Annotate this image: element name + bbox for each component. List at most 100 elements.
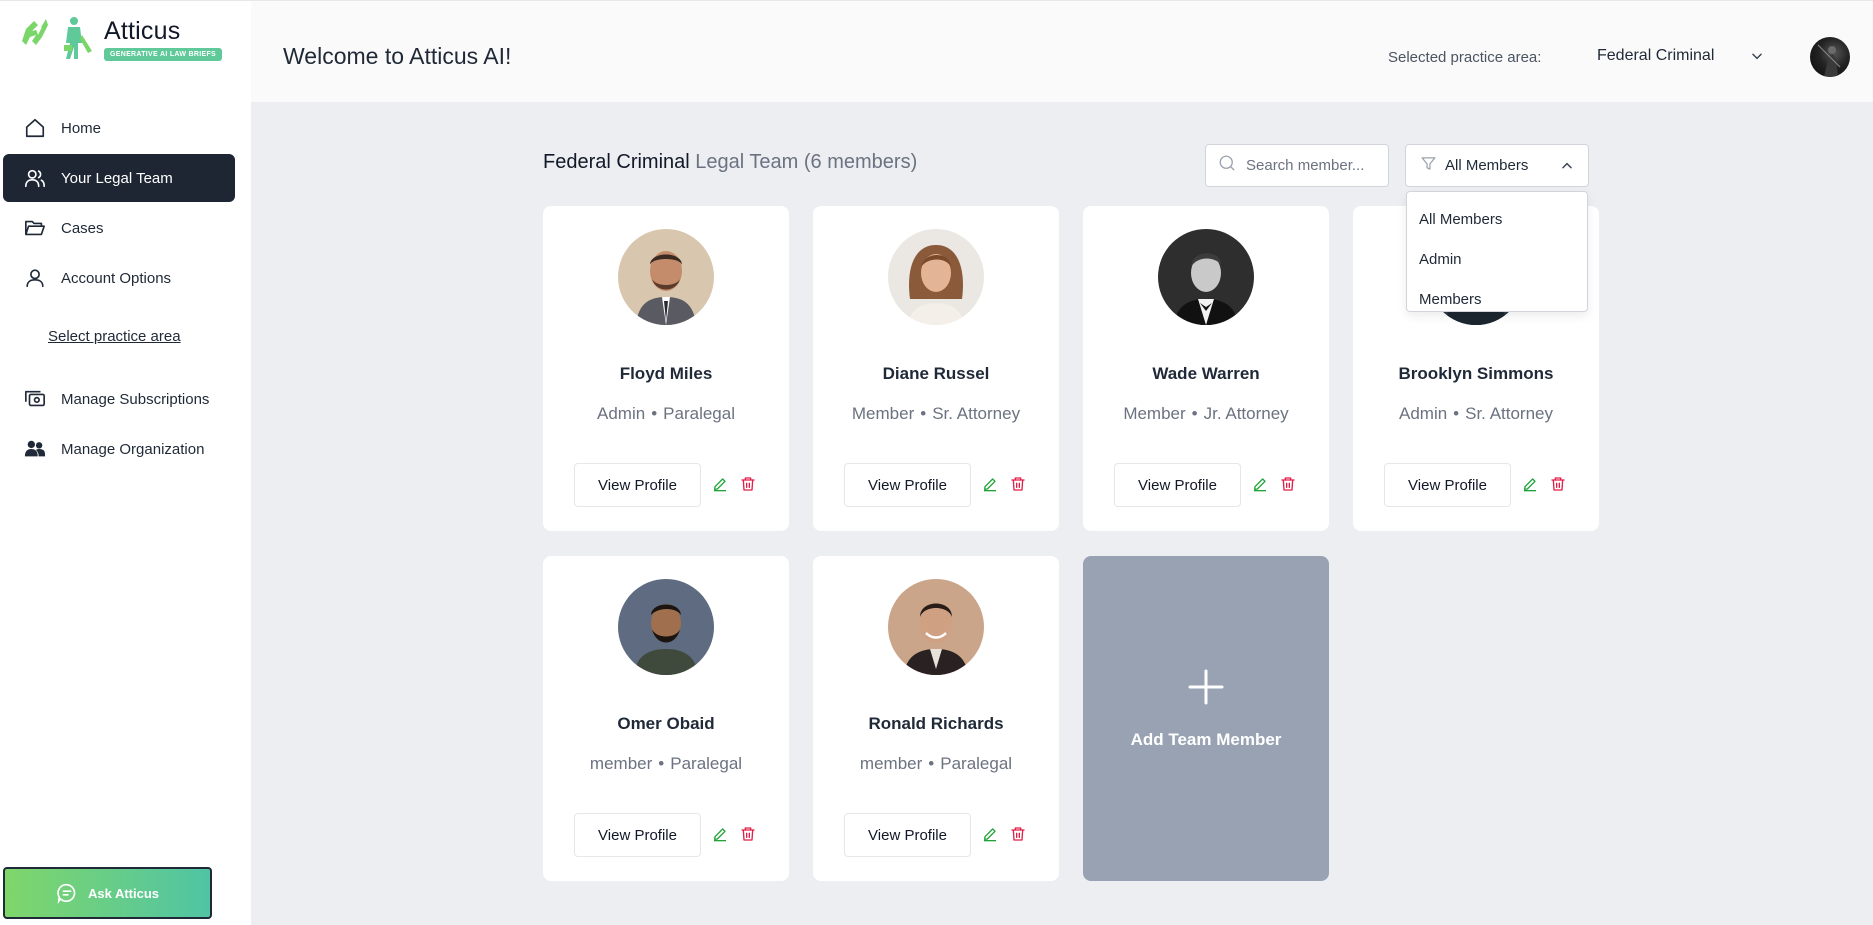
- member-card: Wade Warren Member • Jr. Attorney View Pro…: [1083, 206, 1329, 531]
- view-profile-button[interactable]: View Profile: [574, 813, 701, 857]
- member-role: Admin • Paralegal: [597, 404, 735, 423]
- sidebar-item-label: Home: [61, 119, 102, 137]
- chat-icon: [56, 882, 78, 904]
- filter-value: All Members: [1445, 157, 1529, 174]
- filter-option-admin[interactable]: Admin: [1407, 240, 1587, 280]
- organization-icon: [23, 437, 47, 461]
- filter-icon: [1420, 155, 1437, 176]
- sidebar-item-manage-organization[interactable]: Manage Organization: [3, 425, 235, 473]
- trash-icon[interactable]: [1010, 826, 1026, 842]
- member-type: Admin: [597, 404, 646, 423]
- member-avatar: [1158, 229, 1254, 325]
- view-profile-button[interactable]: View Profile: [574, 463, 701, 507]
- sidebar: Atticus GENERATIVE AI LAW BRIEFS Home Yo…: [0, 0, 251, 925]
- edit-icon[interactable]: [982, 826, 998, 842]
- search-box[interactable]: [1205, 144, 1389, 187]
- member-type: Member: [851, 404, 915, 423]
- team-count: Legal Team (6 members): [695, 151, 918, 173]
- plus-icon: [1188, 669, 1224, 710]
- member-card: Omer Obaid member • Paralegal View Profile: [543, 556, 789, 881]
- top-header: Welcome to Atticus AI! Selected practice…: [251, 0, 1873, 102]
- member-name: Brooklyn Simmons: [1398, 364, 1554, 383]
- view-profile-button[interactable]: View Profile: [844, 813, 971, 857]
- team-heading: Federal Criminal Legal Team (6 members): [543, 151, 917, 174]
- member-type: member: [859, 754, 923, 773]
- atticus-logo-icon: [20, 15, 102, 63]
- page-title: Welcome to Atticus AI!: [283, 43, 512, 69]
- add-team-member-card[interactable]: Add Team Member: [1083, 556, 1329, 881]
- member-type: Admin: [1398, 404, 1448, 423]
- sidebar-nav: Home Your Legal Team Cases Account Optio…: [3, 104, 235, 304]
- trash-icon[interactable]: [740, 476, 756, 492]
- member-avatar: [618, 579, 714, 675]
- users-icon: [23, 166, 47, 190]
- sidebar-item-label: Manage Subscriptions: [61, 390, 210, 408]
- filter-option-members[interactable]: Members: [1407, 280, 1587, 320]
- team-area: Federal Criminal: [543, 151, 690, 173]
- sidebar-item-label: Your Legal Team: [61, 169, 173, 187]
- member-filter-select[interactable]: All Members: [1405, 144, 1589, 187]
- search-icon: [1218, 154, 1236, 177]
- member-title: Sr. Attorney: [1465, 404, 1554, 423]
- edit-icon[interactable]: [1252, 476, 1268, 492]
- member-card: Ronald Richards member • Paralegal View Pr…: [813, 556, 1059, 881]
- view-profile-button[interactable]: View Profile: [1384, 463, 1511, 507]
- member-avatar: [888, 579, 984, 675]
- sidebar-item-label: Account Options: [61, 269, 172, 287]
- member-title: Paralegal: [663, 404, 735, 423]
- sidebar-item-manage-subscriptions[interactable]: Manage Subscriptions: [3, 375, 235, 423]
- filter-dropdown: All Members Admin Members: [1406, 191, 1588, 312]
- member-role: Admin • Sr. Attorney: [1398, 404, 1554, 423]
- practice-area-label: Selected practice area:: [1388, 49, 1542, 66]
- add-team-member-label: Add Team Member: [1130, 730, 1282, 749]
- edit-icon[interactable]: [712, 826, 728, 842]
- user-avatar[interactable]: [1810, 37, 1850, 77]
- view-profile-button[interactable]: View Profile: [844, 463, 971, 507]
- subscriptions-icon: [23, 387, 47, 411]
- member-name: Ronald Richards: [868, 714, 1004, 733]
- member-name: Wade Warren: [1152, 364, 1260, 383]
- member-role: member • Paralegal: [859, 754, 1013, 773]
- sidebar-item-home[interactable]: Home: [3, 104, 235, 152]
- member-avatar: [888, 229, 984, 325]
- member-title: Paralegal: [940, 754, 1013, 773]
- logo[interactable]: Atticus GENERATIVE AI LAW BRIEFS: [20, 15, 222, 63]
- sidebar-item-label: Manage Organization: [61, 440, 205, 458]
- trash-icon[interactable]: [740, 826, 756, 842]
- edit-icon[interactable]: [1522, 476, 1538, 492]
- edit-icon[interactable]: [712, 476, 728, 492]
- member-name: Floyd Miles: [619, 364, 713, 383]
- sidebar-item-label: Cases: [61, 219, 104, 237]
- sidebar-item-legal-team[interactable]: Your Legal Team: [3, 154, 235, 202]
- practice-area-select[interactable]: Federal Criminal: [1597, 47, 1764, 65]
- member-type: member: [589, 754, 653, 773]
- member-avatar: [618, 229, 714, 325]
- ask-atticus-label: Ask Atticus: [87, 885, 160, 901]
- folder-open-icon: [23, 216, 47, 240]
- trash-icon[interactable]: [1280, 476, 1296, 492]
- member-role: Member • Jr. Attorney: [1123, 404, 1289, 423]
- chevron-up-icon: [1560, 159, 1574, 173]
- sidebar-item-cases[interactable]: Cases: [3, 204, 235, 252]
- member-title: Sr. Attorney: [932, 404, 1021, 423]
- filter-option-all-members[interactable]: All Members: [1407, 200, 1587, 240]
- member-title: Jr. Attorney: [1203, 404, 1289, 423]
- sidebar-item-account-options[interactable]: Account Options: [3, 254, 235, 302]
- chevron-down-icon: [1750, 49, 1764, 63]
- trash-icon[interactable]: [1550, 476, 1566, 492]
- view-profile-button[interactable]: View Profile: [1114, 463, 1241, 507]
- edit-icon[interactable]: [982, 476, 998, 492]
- ask-atticus-button[interactable]: Ask Atticus: [3, 867, 212, 919]
- sidebar-nav-secondary: Manage Subscriptions Manage Organization: [3, 375, 235, 475]
- search-input[interactable]: [1246, 157, 1376, 174]
- member-name: Diane Russel: [882, 364, 990, 383]
- app-tagline: GENERATIVE AI LAW BRIEFS: [104, 48, 222, 61]
- member-role: member • Paralegal: [589, 754, 743, 773]
- trash-icon[interactable]: [1010, 476, 1026, 492]
- home-icon: [23, 116, 47, 140]
- practice-area-value: Federal Criminal: [1597, 47, 1715, 64]
- app-name: Atticus: [104, 17, 181, 45]
- member-title: Paralegal: [670, 754, 743, 773]
- select-practice-area-link[interactable]: Select practice area: [48, 328, 181, 345]
- member-card: Floyd Miles Admin • Paralegal View Profile: [543, 206, 789, 531]
